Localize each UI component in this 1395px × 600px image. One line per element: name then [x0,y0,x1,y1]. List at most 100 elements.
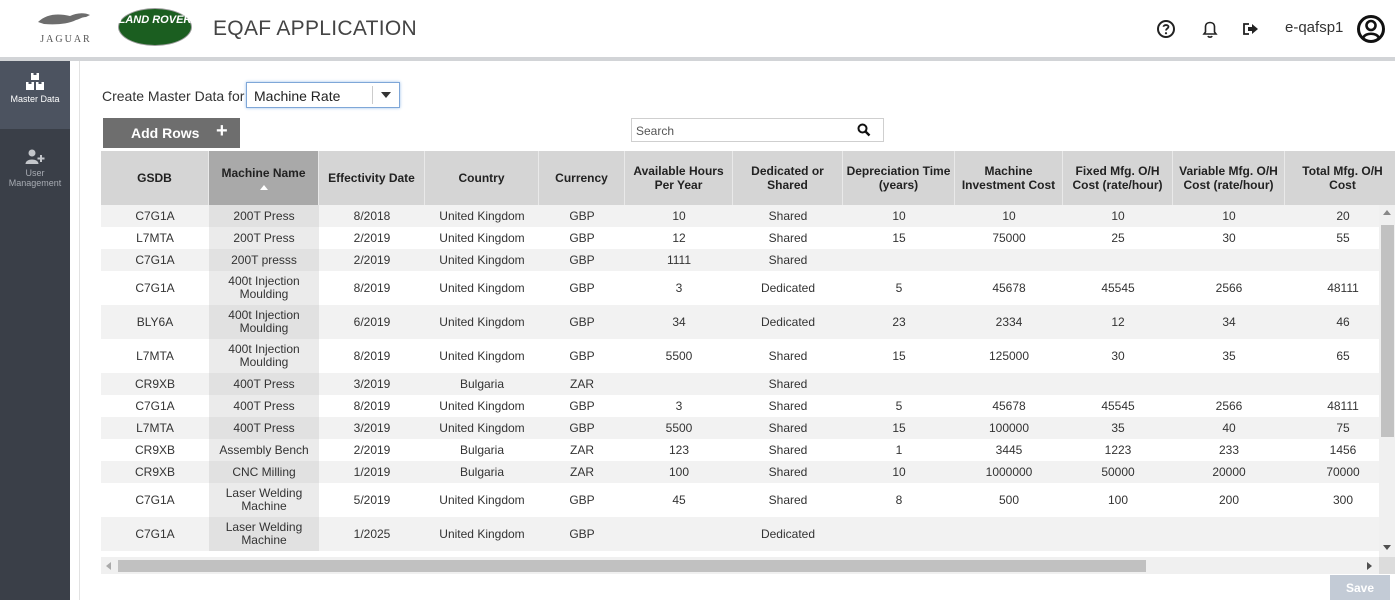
cell-gsdb[interactable]: C7G1A [101,249,209,271]
cell-dedicated-or-shared[interactable]: Shared [733,373,843,395]
cell-country[interactable]: United Kingdom [425,517,539,551]
cell-dedicated-or-shared[interactable]: Shared [733,439,843,461]
cell-variable-mfg-o-h-cost-rate-hour[interactable] [1173,517,1285,551]
cell-currency[interactable]: GBP [539,517,625,551]
cell-dedicated-or-shared[interactable]: Shared [733,339,843,373]
cell-machine-name[interactable]: 400T Press [209,395,319,417]
logout-icon[interactable] [1240,18,1262,40]
cell-effectivity-date[interactable]: 8/2019 [319,395,425,417]
cell-fixed-mfg-o-h-cost-rate-hour[interactable]: 45545 [1063,395,1173,417]
cell-country[interactable]: Bulgaria [425,461,539,483]
search-input[interactable] [634,121,856,141]
cell-currency[interactable]: ZAR [539,461,625,483]
cell-variable-mfg-o-h-cost-rate-hour[interactable] [1173,249,1285,271]
cell-gsdb[interactable]: CR9XB [101,439,209,461]
cell-available-hours-per-year[interactable]: 5500 [625,417,733,439]
save-button[interactable]: Save [1330,575,1390,600]
cell-gsdb[interactable]: L7MTA [101,227,209,249]
cell-country[interactable]: United Kingdom [425,305,539,339]
cell-machine-investment-cost[interactable]: 45678 [955,395,1063,417]
cell-available-hours-per-year[interactable]: 123 [625,439,733,461]
cell-machine-name[interactable]: Assembly Bench [209,439,319,461]
cell-variable-mfg-o-h-cost-rate-hour[interactable]: 233 [1173,439,1285,461]
cell-variable-mfg-o-h-cost-rate-hour[interactable]: 2566 [1173,395,1285,417]
master-data-type-select[interactable]: Machine Rate [246,82,400,108]
cell-dedicated-or-shared[interactable]: Shared [733,205,843,227]
cell-available-hours-per-year[interactable] [625,373,733,395]
column-header-effectivity-date[interactable]: Effectivity Date [319,151,425,205]
cell-gsdb[interactable]: C7G1A [101,395,209,417]
cell-country[interactable]: United Kingdom [425,249,539,271]
cell-machine-investment-cost[interactable]: 100000 [955,417,1063,439]
cell-fixed-mfg-o-h-cost-rate-hour[interactable] [1063,249,1173,271]
cell-machine-investment-cost[interactable] [955,517,1063,551]
scroll-up-arrow-icon[interactable] [1383,210,1391,215]
column-header-depreciation-time-years[interactable]: Depreciation Time (years) [843,151,955,205]
cell-depreciation-time-years[interactable]: 15 [843,417,955,439]
cell-effectivity-date[interactable]: 8/2019 [319,271,425,305]
cell-effectivity-date[interactable]: 2/2019 [319,249,425,271]
cell-depreciation-time-years[interactable]: 10 [843,205,955,227]
cell-gsdb[interactable]: C7G1A [101,271,209,305]
cell-available-hours-per-year[interactable]: 10 [625,205,733,227]
cell-country[interactable]: United Kingdom [425,483,539,517]
cell-machine-investment-cost[interactable]: 10 [955,205,1063,227]
cell-depreciation-time-years[interactable] [843,517,955,551]
column-header-fixed-mfg-o-h-cost-rate-hour[interactable]: Fixed Mfg. O/H Cost (rate/hour) [1063,151,1173,205]
cell-currency[interactable]: ZAR [539,439,625,461]
cell-machine-name[interactable]: 400T Press [209,373,319,395]
cell-country[interactable]: United Kingdom [425,395,539,417]
cell-machine-investment-cost[interactable]: 75000 [955,227,1063,249]
cell-machine-investment-cost[interactable]: 3445 [955,439,1063,461]
cell-gsdb[interactable]: L7MTA [101,417,209,439]
cell-currency[interactable]: GBP [539,271,625,305]
cell-available-hours-per-year[interactable]: 3 [625,271,733,305]
cell-currency[interactable]: GBP [539,227,625,249]
cell-currency[interactable]: GBP [539,417,625,439]
table-row[interactable]: C7G1A Laser Welding Machine 1/2025 United K… [101,517,1395,551]
cell-depreciation-time-years[interactable]: 23 [843,305,955,339]
table-row[interactable]: BLY6A 400t Injection Moulding 6/2019 United… [101,305,1395,339]
cell-dedicated-or-shared[interactable]: Dedicated [733,271,843,305]
cell-depreciation-time-years[interactable]: 15 [843,339,955,373]
cell-depreciation-time-years[interactable]: 5 [843,271,955,305]
column-header-available-hours-per-year[interactable]: Available Hours Per Year [625,151,733,205]
cell-available-hours-per-year[interactable]: 34 [625,305,733,339]
chevron-down-icon[interactable] [372,86,399,104]
cell-country[interactable]: United Kingdom [425,339,539,373]
cell-machine-investment-cost[interactable]: 500 [955,483,1063,517]
nav-master-data[interactable]: Master Data [0,61,70,129]
cell-machine-name[interactable]: 400t Injection Moulding [209,339,319,373]
table-row[interactable]: L7MTA 400t Injection Moulding 8/2019 United… [101,339,1395,373]
cell-machine-investment-cost[interactable]: 1000000 [955,461,1063,483]
cell-gsdb[interactable]: C7G1A [101,483,209,517]
cell-effectivity-date[interactable]: 6/2019 [319,305,425,339]
cell-dedicated-or-shared[interactable]: Shared [733,417,843,439]
cell-currency[interactable]: GBP [539,249,625,271]
cell-machine-investment-cost[interactable] [955,373,1063,395]
cell-machine-investment-cost[interactable]: 125000 [955,339,1063,373]
column-header-dedicated-or-shared[interactable]: Dedicated or Shared [733,151,843,205]
table-row[interactable]: C7G1A 400T Press 8/2019 United Kingdom GBP 3 S… [101,395,1395,417]
cell-effectivity-date[interactable]: 8/2018 [319,205,425,227]
table-row[interactable]: L7MTA 200T Press 2/2019 United Kingdom GBP 12… [101,227,1395,249]
column-header-currency[interactable]: Currency [539,151,625,205]
cell-depreciation-time-years[interactable]: 15 [843,227,955,249]
cell-variable-mfg-o-h-cost-rate-hour[interactable]: 200 [1173,483,1285,517]
horizontal-scroll-thumb[interactable] [118,560,1146,572]
cell-gsdb[interactable]: BLY6A [101,305,209,339]
cell-depreciation-time-years[interactable]: 5 [843,395,955,417]
scroll-down-arrow-icon[interactable] [1383,545,1391,550]
cell-depreciation-time-years[interactable]: 10 [843,461,955,483]
current-user-name[interactable]: e-qafsp1 [1285,19,1343,36]
vertical-scroll-thumb[interactable] [1381,225,1394,437]
cell-available-hours-per-year[interactable] [625,517,733,551]
cell-currency[interactable]: GBP [539,305,625,339]
cell-dedicated-or-shared[interactable]: Shared [733,483,843,517]
cell-variable-mfg-o-h-cost-rate-hour[interactable]: 20000 [1173,461,1285,483]
cell-dedicated-or-shared[interactable]: Dedicated [733,305,843,339]
cell-gsdb[interactable]: CR9XB [101,373,209,395]
cell-depreciation-time-years[interactable]: 1 [843,439,955,461]
cell-gsdb[interactable]: C7G1A [101,517,209,551]
cell-country[interactable]: Bulgaria [425,373,539,395]
